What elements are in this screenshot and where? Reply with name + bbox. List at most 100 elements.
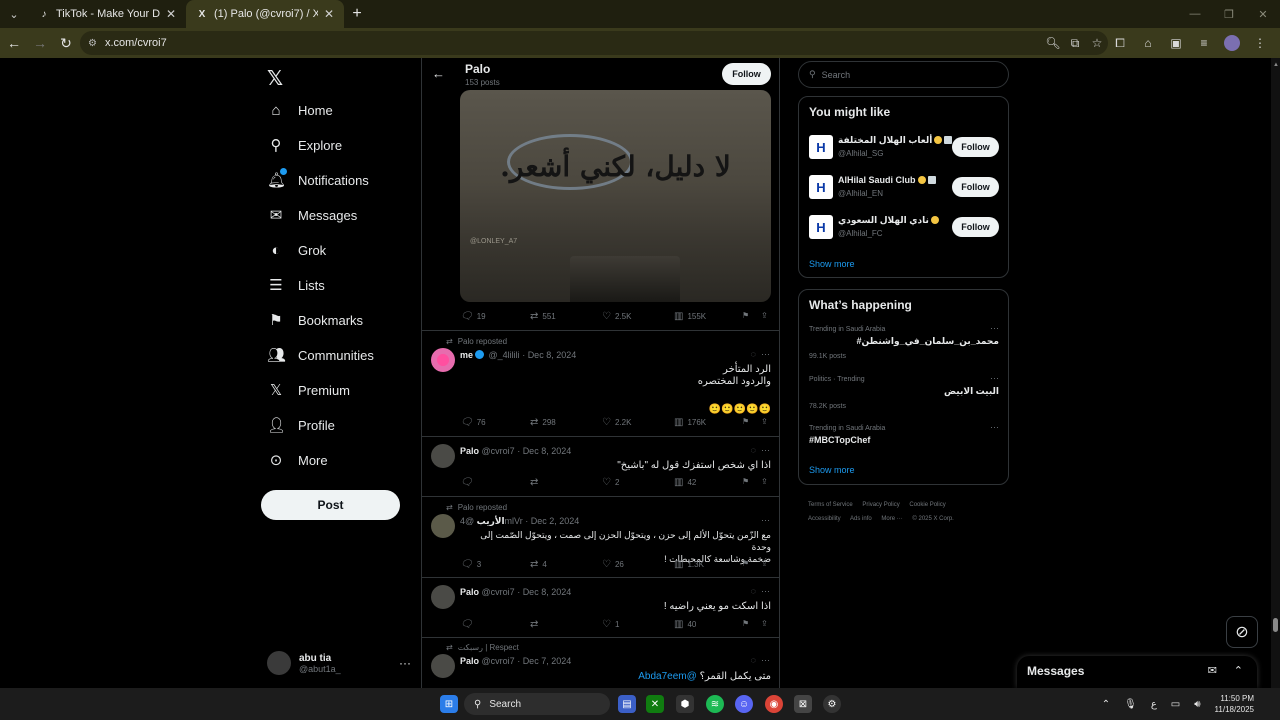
like-button[interactable]: ♡ 2.5K [602,311,631,322]
app-icon[interactable]: ⚙ [823,695,841,713]
tray-overflow-icon[interactable]: ⌃ [1102,699,1110,710]
back-icon[interactable]: ← [2,31,26,55]
nav-bookmarks[interactable]: ⚑ Bookmarks [267,306,363,334]
page-scrollbar[interactable]: ▲ [1271,58,1280,688]
views-button[interactable]: ▥ 40 [674,619,696,630]
share-icon[interactable]: ⇪ [761,477,768,486]
bookmark-icon[interactable]: ⚑ [742,619,749,628]
views-button[interactable]: ▥ 42 [674,477,696,488]
views-button[interactable]: ▥ 1.3K [674,559,704,570]
avatar[interactable] [431,348,455,372]
like-button[interactable]: ♡ 1 [602,619,619,630]
trend-item[interactable]: Trending in Saudi Arabia #MBCTopChef ··· [809,422,999,445]
footer-link[interactable]: Ads info [850,516,872,522]
avatar[interactable] [431,514,455,538]
author-name[interactable]: Palo [460,587,479,597]
tab-x-profile[interactable]: X (1) Palo (@cvroi7) / X ✕ [186,0,344,28]
like-button[interactable]: ♡ 26 [602,559,624,570]
views-button[interactable]: ▥ 155K [674,311,706,322]
more-icon[interactable]: ··· [761,445,770,455]
trend-item[interactable]: Trending in Saudi Arabia #محمد_بن_سلمان_… [809,323,999,360]
more-icon[interactable]: ··· [990,422,999,432]
more-icon[interactable]: ··· [990,373,999,383]
author-name[interactable]: me [460,350,473,360]
xbox-icon[interactable]: ✕ [646,695,664,713]
tweet[interactable]: ⇄ Palo reposted me @_4lilili · Dec 8, 202… [422,330,779,436]
nav-messages[interactable]: ✉ Messages [267,201,358,229]
address-bar[interactable]: ⚙ x.com/cvroi7 🔍︎ ⧉ ☆ [80,31,1108,55]
menu-icon[interactable]: ⋮ [1246,36,1274,50]
nav-notifications[interactable]: 🔔︎ Notifications [267,166,369,194]
bookmark-star-icon[interactable]: ☆ [1086,36,1108,50]
language-indicator[interactable]: ع [1151,699,1157,710]
follow-button[interactable]: Follow [952,217,999,237]
new-message-icon[interactable]: ✉ [1208,664,1217,677]
footer-link[interactable]: Cookie Policy [909,502,945,508]
more-icon[interactable]: ··· [761,655,770,665]
spotify-icon[interactable]: ≋ [706,695,724,713]
windows-start-icon[interactable]: ⊞ [440,695,458,713]
suggested-account[interactable]: H نادي الهلال السعودي @Alhilal_FC Follow [809,213,999,241]
reply-button[interactable]: 🗨︎ 3 [460,559,481,570]
repost-button[interactable]: ⇄ 4 [530,559,547,570]
reload-icon[interactable]: ↻ [54,31,78,55]
scroll-up-icon[interactable]: ▲ [1273,62,1279,68]
chrome-icon[interactable]: ◉ [765,695,783,713]
grok-button[interactable]: ⊘ [1226,616,1258,648]
grok-icon[interactable]: ◌ [751,349,756,359]
back-arrow-icon[interactable]: ← [432,66,445,81]
follow-button[interactable]: Follow [722,63,771,85]
post-button[interactable]: Post [261,490,400,520]
nav-explore[interactable]: ⚲ Explore [267,131,343,159]
profile-avatar[interactable] [1224,35,1240,51]
more-icon[interactable]: ··· [761,586,770,596]
install-icon[interactable]: ⧉ [1064,36,1086,51]
like-button[interactable]: ♡ 2.2K [602,417,631,428]
tweet[interactable]: ⇄ رسبكت | Respect Palo @cvroi7 · Dec 7, 2… [422,637,779,688]
volume-icon[interactable]: 🔊︎ [1194,699,1200,710]
discord-icon[interactable]: ☺ [735,695,753,713]
author-name[interactable]: Palo [460,446,479,456]
repost-button[interactable]: ⇄ [530,477,542,488]
sidepanel-icon[interactable]: ▣ [1162,36,1190,50]
mention-link[interactable]: @Abda7eem [638,671,697,682]
avatar[interactable] [431,654,455,678]
footer-link[interactable]: Accessibility [808,516,841,522]
views-button[interactable]: ▥ 176K [674,417,706,428]
nav-lists[interactable]: ☰ Lists [267,271,324,299]
clock[interactable]: 11:50 PM 11/18/2025 [1215,693,1268,715]
display-icon[interactable]: ▭ [1171,699,1180,710]
site-info-icon[interactable]: ⚙ [88,38,97,49]
nav-communities[interactable]: 👥︎ Communities [267,341,374,369]
tweet[interactable]: Palo @cvroi7 · Dec 8, 2024 ◌ ··· اذا اسك… [422,577,779,637]
grok-icon[interactable]: ◌ [751,655,756,665]
microphone-icon[interactable]: 🎙︎ [1124,699,1137,710]
nav-grok[interactable]: ◐ Grok [267,236,326,264]
suggested-account[interactable]: H AlHilal Saudi Club @Alhilal_EN Follow [809,173,999,201]
repost-button[interactable]: ⇄ [530,619,542,630]
minimize-icon[interactable]: — [1178,0,1212,28]
author-name[interactable]: Palo [460,656,479,666]
close-tab-icon[interactable]: ✕ [324,7,334,21]
footer-link[interactable]: Privacy Policy [862,502,899,508]
new-tab-button[interactable]: + [344,1,370,27]
footer-link[interactable]: More ··· [881,516,902,522]
expand-icon[interactable]: ⌃ [1234,664,1243,677]
nav-home[interactable]: ⌂ Home [267,96,332,124]
repost-button[interactable]: ⇄ 551 [530,311,556,322]
scrollbar-thumb[interactable] [1273,618,1278,632]
like-button[interactable]: ♡ 2 [602,477,619,488]
reply-button[interactable]: 🗨︎ [460,619,477,630]
repost-button[interactable]: ⇄ 298 [530,417,556,428]
tab-tiktok[interactable]: ♪ TikTok - Make Your Day ✕ [28,0,186,28]
avatar[interactable] [431,585,455,609]
x-logo-icon[interactable]: 𝕏 [267,66,283,91]
show-more-link[interactable]: Show more [809,465,855,475]
extensions-icon[interactable]: ⧠ [1106,36,1134,51]
grok-icon[interactable]: ◌ [751,445,756,455]
footer-link[interactable]: Terms of Service [808,502,853,508]
bookmark-icon[interactable]: ⚑ [742,559,749,568]
taskbar-search[interactable]: ⚲ Search [464,693,610,715]
more-icon[interactable]: ··· [761,349,770,359]
bookmark-icon[interactable]: ⚑ [742,417,749,426]
